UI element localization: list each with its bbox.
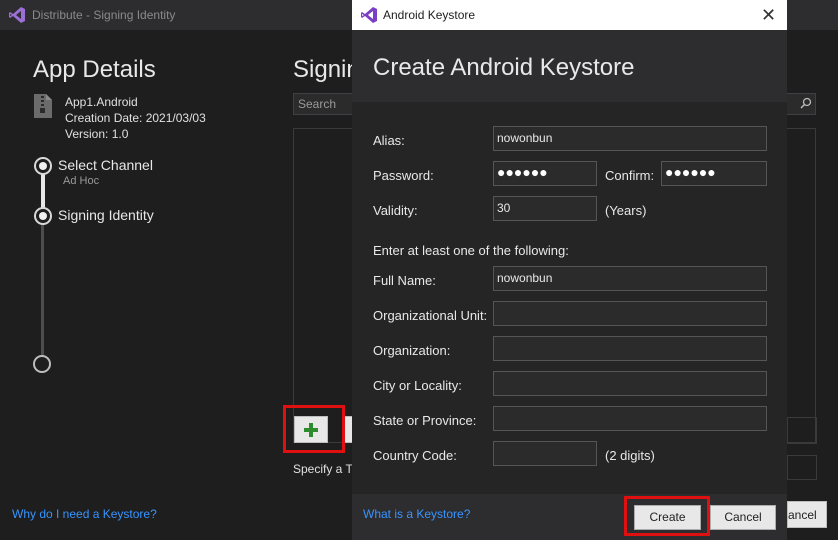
search-icon[interactable] — [800, 97, 812, 109]
background-cancel-button[interactable]: ancel — [787, 501, 827, 528]
org-unit-label: Organizational Unit: — [373, 308, 488, 323]
validity-label: Validity: — [373, 203, 418, 218]
search-placeholder: Search — [298, 97, 337, 111]
confirm-mask: ●●●●●● — [665, 164, 716, 180]
step-dot-select-channel — [34, 157, 52, 175]
confirm-password-input[interactable]: ●●●●●● — [661, 161, 767, 186]
city-input[interactable] — [493, 371, 767, 396]
state-input[interactable] — [493, 406, 767, 431]
confirm-label: Confirm: — [605, 168, 655, 183]
what-is-keystore-link[interactable]: What is a Keystore? — [363, 507, 470, 521]
password-label: Password: — [373, 168, 434, 183]
dialog-heading: Create Android Keystore — [373, 54, 635, 81]
validity-input[interactable]: 30 — [493, 196, 597, 221]
create-keystore-dialog: Android Keystore ✕ Create Android Keysto… — [352, 0, 787, 540]
highlight-box-create — [624, 496, 710, 536]
background-window-title: Distribute - Signing Identity — [32, 8, 176, 22]
specify-hint-text: Specify a Ti — [293, 462, 356, 476]
zip-file-icon — [34, 94, 52, 118]
organization-input[interactable] — [493, 336, 767, 361]
organization-label: Organization: — [373, 343, 451, 358]
full-name-value: nowonbun — [497, 271, 553, 285]
alias-value: nowonbun — [497, 131, 553, 145]
app-version: Version: 1.0 — [65, 127, 129, 141]
instruction-text: Enter at least one of the following: — [373, 243, 569, 258]
city-label: City or Locality: — [373, 378, 462, 393]
app-creation-date: Creation Date: 2021/03/03 — [65, 111, 206, 125]
country-code-hint: (2 digits) — [605, 448, 655, 463]
password-input[interactable]: ●●●●●● — [493, 161, 597, 186]
visual-studio-logo-icon — [9, 7, 25, 23]
dialog-title: Android Keystore — [383, 8, 476, 22]
highlight-box-add — [283, 405, 345, 453]
why-keystore-link[interactable]: Why do I need a Keystore? — [12, 507, 157, 521]
step-dot-signing-identity — [34, 207, 52, 225]
close-icon[interactable]: ✕ — [761, 5, 776, 26]
country-code-input[interactable] — [493, 441, 597, 466]
cancel-button[interactable]: Cancel — [710, 505, 776, 530]
background-text-field[interactable] — [787, 455, 817, 480]
org-unit-input[interactable] — [493, 301, 767, 326]
visual-studio-logo-icon — [361, 7, 377, 23]
step-signing-identity[interactable]: Signing Identity — [58, 207, 154, 223]
full-name-input[interactable]: nowonbun — [493, 266, 767, 291]
list-footer-cell — [787, 417, 817, 444]
full-name-label: Full Name: — [373, 273, 436, 288]
state-label: State or Province: — [373, 413, 477, 428]
alias-input[interactable]: nowonbun — [493, 126, 767, 151]
background-cancel-label: ancel — [788, 508, 817, 522]
password-mask: ●●●●●● — [497, 164, 548, 180]
validity-unit: (Years) — [605, 203, 647, 218]
step-select-channel[interactable]: Select Channel — [58, 157, 153, 173]
app-name: App1.Android — [65, 95, 138, 109]
signing-identity-heading: Signin — [293, 56, 360, 83]
step-select-channel-subtitle: Ad Hoc — [63, 175, 100, 187]
alias-label: Alias: — [373, 133, 405, 148]
app-details-heading: App Details — [33, 56, 156, 83]
step-dot-final — [33, 355, 51, 373]
country-code-label: Country Code: — [373, 448, 457, 463]
validity-value: 30 — [497, 201, 511, 215]
dialog-titlebar: Android Keystore ✕ — [352, 0, 787, 30]
